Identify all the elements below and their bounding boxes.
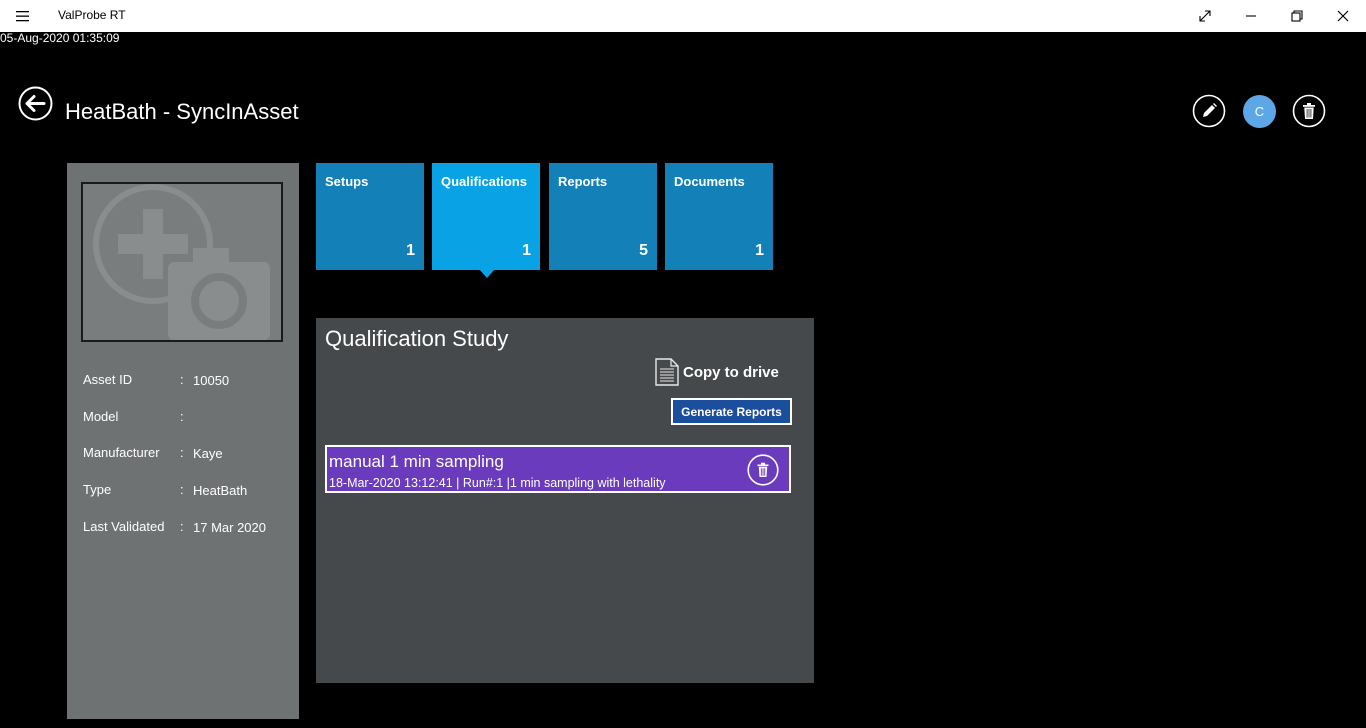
tile-label: Qualifications [441,174,527,189]
field-separator: : [180,445,184,460]
asset-field-label: Model [83,409,119,424]
field-separator: : [180,409,184,424]
tile-label: Documents [674,174,745,189]
add-photo-icon[interactable] [81,182,283,342]
delete-trash-icon[interactable] [1292,94,1326,128]
field-separator: : [180,519,184,534]
generate-reports-button[interactable]: Generate Reports [671,398,792,425]
study-detail: 18-Mar-2020 13:12:41 | Run#:1 |1 min sam… [329,476,666,490]
tile-setups[interactable]: Setups 1 [316,163,424,270]
asset-field-value: 17 Mar 2020 [193,520,266,535]
tile-qualifications[interactable]: Qualifications 1 [432,163,540,270]
window-titlebar: ValProbe RT [0,0,1366,32]
page-title: HeatBath - SyncInAsset [65,99,299,124]
restore-icon[interactable] [1274,0,1320,32]
asset-field-value: 10050 [193,373,230,388]
asset-field-label: Asset ID [83,372,133,387]
asset-field-label: Manufacturer [83,445,160,460]
close-icon[interactable] [1320,0,1366,32]
asset-row-id: Asset ID : 10050 [83,372,293,392]
tile-count: 1 [755,242,764,259]
back-arrow-icon[interactable] [18,86,53,121]
study-name: manual 1 min sampling [329,452,504,471]
document-icon [655,358,679,386]
qualification-study-panel: Qualification Study Copy to drive Genera… [316,318,814,683]
delete-study-trash-icon[interactable] [747,454,779,486]
asset-row-manufacturer: Manufacturer : Kaye [83,445,293,465]
asset-row-type: Type : HeatBath [83,482,293,502]
asset-field-label: Type [83,482,112,497]
tile-count: 5 [639,242,648,259]
tile-documents[interactable]: Documents 1 [665,163,773,270]
panel-title: Qualification Study [325,326,509,351]
tile-count: 1 [522,242,531,259]
expand-icon[interactable] [1182,0,1228,32]
copy-to-drive-button[interactable]: Copy to drive [654,358,779,386]
edit-pencil-icon[interactable] [1192,94,1226,128]
asset-row-model: Model : [83,409,293,429]
field-separator: : [180,482,184,497]
user-avatar[interactable]: C [1243,95,1276,128]
tile-reports[interactable]: Reports 5 [549,163,657,270]
tile-label: Reports [558,174,608,189]
app-title: ValProbe RT [58,8,126,22]
active-tile-pointer [479,269,495,278]
tile-count: 1 [406,242,415,259]
asset-field-value: HeatBath [193,483,248,498]
minimize-icon[interactable] [1228,0,1274,32]
timestamp: 05-Aug-2020 01:35:09 [0,31,120,45]
asset-row-last-validated: Last Validated : 17 Mar 2020 [83,519,293,539]
hamburger-icon[interactable] [8,6,38,26]
asset-field-value: Kaye [193,446,223,461]
copy-to-drive-label: Copy to drive [683,363,779,381]
asset-details-panel: Asset ID : 10050 Model : Manufacturer : … [67,163,299,719]
list-item[interactable]: manual 1 min sampling 18-Mar-2020 13:12:… [325,445,791,493]
asset-field-label: Last Validated [83,519,165,534]
tile-label: Setups [325,174,369,189]
field-separator: : [180,372,184,387]
